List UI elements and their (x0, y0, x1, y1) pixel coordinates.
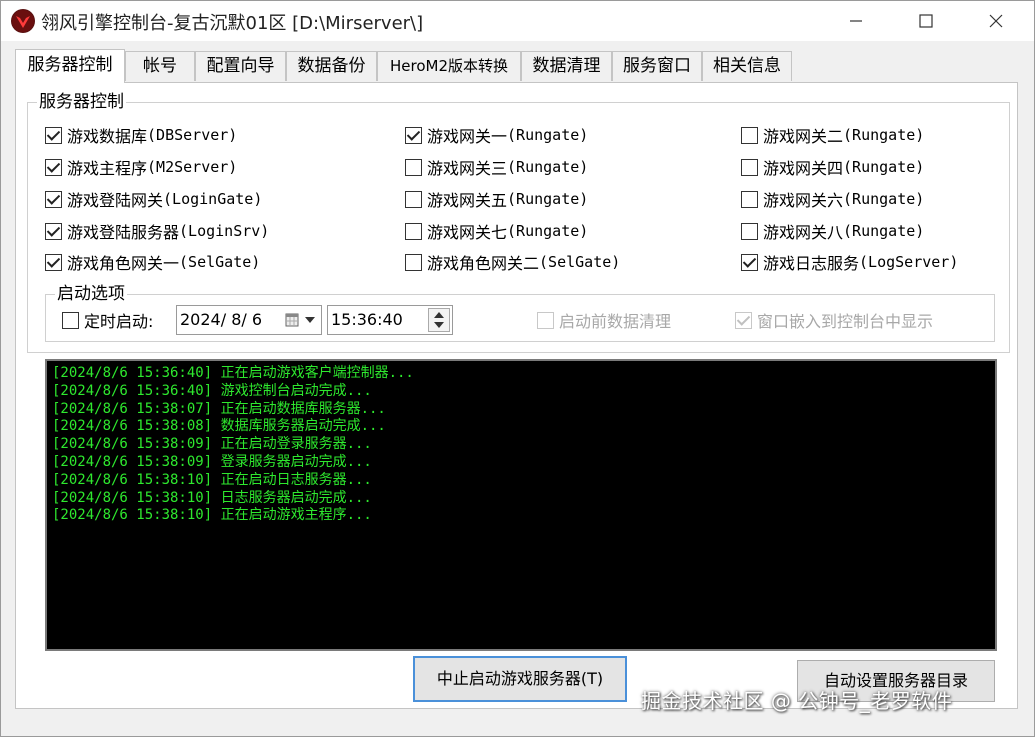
stop-start-server-button[interactable]: 中止启动游戏服务器(T) (413, 656, 627, 702)
checkbox-embed-window[interactable]: 窗口嵌入到控制台中显示 (735, 308, 933, 332)
close-button[interactable] (961, 1, 1031, 39)
startup-options-title: 启动选项 (55, 284, 127, 304)
checkbox-rungate-2[interactable]: 游戏网关二 (Rungate) (741, 123, 924, 147)
app-logo-icon (11, 9, 35, 33)
checkbox-box[interactable] (741, 126, 758, 144)
checkbox-rungate-5[interactable]: 游戏网关五 (Rungate) (405, 187, 588, 211)
checkbox-selgate-2[interactable]: 游戏角色网关二 (SelGate) (405, 250, 620, 274)
calendar-icon[interactable] (285, 312, 299, 327)
checkbox-rungate-3[interactable]: 游戏网关三 (Rungate) (405, 155, 588, 179)
tab-related-info[interactable]: 相关信息 (702, 51, 792, 81)
checkbox-logingate[interactable]: 游戏登陆网关 (LoginGate) (45, 187, 262, 211)
checkbox-box[interactable] (741, 190, 758, 208)
log-line: [2024/8/6 15:38:09] 登录服务器启动完成... (52, 453, 372, 470)
checkbox-box[interactable] (405, 222, 422, 240)
tab-account[interactable]: 帐号 (125, 51, 195, 81)
log-line: [2024/8/6 15:38:10] 正在启动日志服务器... (52, 471, 372, 488)
close-icon (989, 14, 1003, 28)
tab-service-window[interactable]: 服务窗口 (612, 51, 702, 81)
log-line: [2024/8/6 15:38:09] 正在启动登录服务器... (52, 436, 372, 453)
checkbox-m2server[interactable]: 游戏主程序 (M2Server) (45, 155, 237, 179)
minimize-icon (850, 20, 862, 22)
app-window: 翎风引擎控制台-复古沉默01区 [D:\Mirserver\] 服务器控制 帐号… (0, 0, 1035, 737)
window-title: 翎风引擎控制台-复古沉默01区 [D:\Mirserver\] (41, 13, 424, 34)
checkbox-rungate-4[interactable]: 游戏网关四 (Rungate) (741, 155, 924, 179)
checkbox-rungate-7[interactable]: 游戏网关七 (Rungate) (405, 219, 588, 243)
log-console[interactable]: [2024/8/6 15:36:40] 正在启动游戏客户端控制器... [202… (45, 359, 997, 651)
checkbox-logserver[interactable]: 游戏日志服务 (LogServer) (741, 250, 958, 274)
log-line: [2024/8/6 15:38:10] 正在启动游戏主程序... (52, 507, 372, 524)
checkbox-timed-start[interactable]: 定时启动: (62, 308, 153, 332)
time-picker[interactable]: 15:36:40 (327, 305, 453, 335)
tab-server-control[interactable]: 服务器控制 (15, 49, 125, 83)
checkbox-rungate-1[interactable]: 游戏网关一 (Rungate) (405, 123, 588, 147)
tab-data-backup[interactable]: 数据备份 (286, 51, 377, 81)
startup-options-group: 启动选项 定时启动: 2024/ 8/ 6 15:36:40 启动前数据清理 窗… (45, 284, 995, 342)
checkbox-rungate-8[interactable]: 游戏网关八 (Rungate) (741, 219, 924, 243)
checkbox-selgate-1[interactable]: 游戏角色网关一 (SelGate) (45, 250, 260, 274)
checkbox-box[interactable] (741, 253, 758, 271)
checkbox-dbserver[interactable]: 游戏数据库 (DBServer) (45, 123, 237, 147)
checkbox-box[interactable] (405, 126, 422, 144)
checkbox-box[interactable] (405, 190, 422, 208)
checkbox-box[interactable] (45, 222, 62, 240)
tab-herom2-convert[interactable]: HeroM2版本转换 (377, 51, 521, 81)
server-control-group-title: 服务器控制 (37, 92, 126, 112)
checkbox-box[interactable] (537, 311, 554, 329)
spin-down-icon[interactable] (434, 322, 444, 328)
checkbox-box[interactable] (405, 158, 422, 176)
checkbox-box[interactable] (45, 190, 62, 208)
date-picker[interactable]: 2024/ 8/ 6 (176, 305, 322, 335)
log-line: [2024/8/6 15:36:40] 正在启动游戏客户端控制器... (52, 365, 414, 381)
checkbox-box[interactable] (735, 311, 752, 329)
maximize-icon (919, 14, 933, 28)
log-line: [2024/8/6 15:38:10] 日志服务器启动完成... (52, 489, 372, 506)
checkbox-rungate-6[interactable]: 游戏网关六 (Rungate) (741, 187, 924, 211)
title-bar[interactable]: 翎风引擎控制台-复古沉默01区 [D:\Mirserver\] (1, 1, 1034, 41)
checkbox-box[interactable] (45, 126, 62, 144)
watermark-text: 掘金技术社区 @ 公钟号_老罗软件 (641, 689, 953, 713)
log-line: [2024/8/6 15:36:40] 游戏控制台启动完成... (52, 382, 372, 399)
checkbox-box[interactable] (45, 253, 62, 271)
chevron-down-icon[interactable] (305, 317, 315, 323)
log-line: [2024/8/6 15:38:07] 正在启动数据库服务器... (52, 400, 386, 417)
tab-config-wizard[interactable]: 配置向导 (195, 51, 286, 81)
maximize-button[interactable] (891, 1, 961, 39)
checkbox-box[interactable] (741, 158, 758, 176)
server-control-panel: 服务器控制 游戏数据库 (DBServer) 游戏网关一 (Rungate) 游戏网… (15, 82, 1018, 709)
checkbox-clean-before-start[interactable]: 启动前数据清理 (537, 308, 671, 332)
checkbox-box[interactable] (741, 222, 758, 240)
log-line: [2024/8/6 15:38:08] 数据库服务器启动完成... (52, 418, 386, 435)
time-spinner[interactable] (428, 308, 450, 332)
checkbox-box[interactable] (405, 253, 422, 271)
checkbox-box[interactable] (45, 158, 62, 176)
tab-data-cleanup[interactable]: 数据清理 (521, 51, 612, 81)
minimize-button[interactable] (821, 1, 891, 39)
checkbox-loginsrv[interactable]: 游戏登陆服务器 (LoginSrv) (45, 219, 269, 243)
checkbox-box[interactable] (62, 311, 79, 329)
spin-up-icon[interactable] (434, 312, 444, 318)
server-control-group: 服务器控制 游戏数据库 (DBServer) 游戏网关一 (Rungate) 游戏网… (27, 92, 1010, 353)
